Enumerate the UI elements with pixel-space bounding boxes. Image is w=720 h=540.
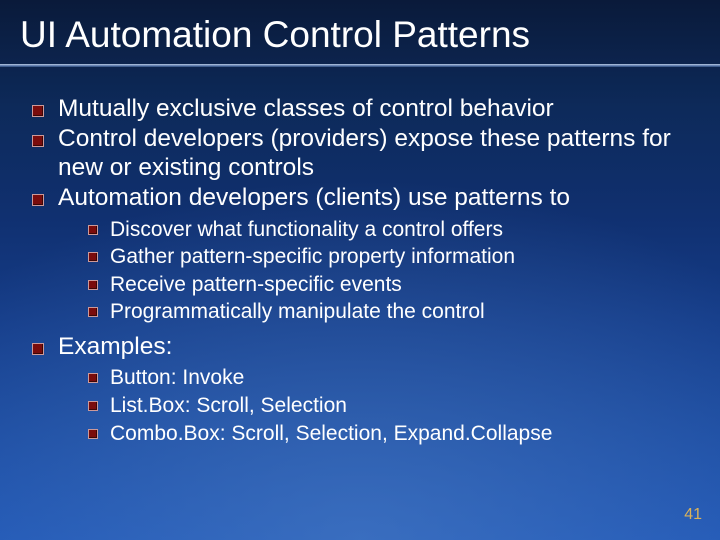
list-item: Programmatically manipulate the control: [86, 299, 690, 325]
slide-body: Mutually exclusive classes of control be…: [0, 67, 720, 446]
slide: UI Automation Control Patterns Mutually …: [0, 0, 720, 540]
bullet-list: Mutually exclusive classes of control be…: [30, 95, 690, 446]
page-number: 41: [684, 506, 702, 524]
list-item: Receive pattern-specific events: [86, 272, 690, 298]
sub-bullet-list: Discover what functionality a control of…: [86, 217, 690, 325]
list-item-text: Automation developers (clients) use patt…: [58, 184, 570, 211]
list-item: Control developers (providers) expose th…: [30, 125, 690, 182]
list-item: Automation developers (clients) use patt…: [30, 184, 690, 325]
list-item: List.Box: Scroll, Selection: [86, 393, 690, 419]
list-item-text: Examples:: [58, 333, 172, 360]
list-item: Mutually exclusive classes of control be…: [30, 95, 690, 123]
sub-bullet-list: Button: Invoke List.Box: Scroll, Selecti…: [86, 365, 690, 446]
list-item: Gather pattern-specific property informa…: [86, 244, 690, 270]
list-item: Discover what functionality a control of…: [86, 217, 690, 243]
list-item: Button: Invoke: [86, 365, 690, 391]
list-item: Combo.Box: Scroll, Selection, Expand.Col…: [86, 421, 690, 447]
list-item: Examples: Button: Invoke List.Box: Scrol…: [30, 333, 690, 446]
slide-title: UI Automation Control Patterns: [0, 0, 720, 60]
